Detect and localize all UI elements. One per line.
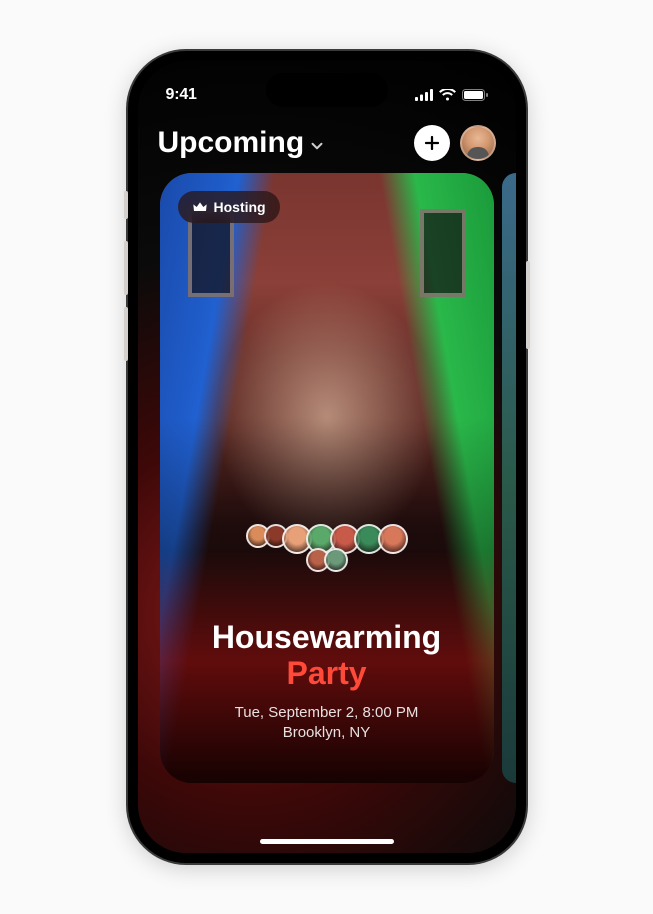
power-button (526, 261, 530, 349)
event-card[interactable]: Hosting Housewarming Party Tue, Septembe… (160, 173, 494, 783)
battery-icon (462, 89, 488, 101)
volume-up (124, 241, 128, 295)
filter-label: Upcoming (158, 126, 305, 160)
event-datetime: Tue, September 2, 8:00 PM (180, 704, 474, 721)
chevron-down-icon (308, 137, 326, 155)
filter-dropdown[interactable]: Upcoming (158, 126, 327, 160)
profile-avatar[interactable] (460, 125, 496, 161)
building-window (420, 209, 466, 297)
event-title: Housewarming Party (180, 620, 474, 692)
event-title-line-2: Party (180, 656, 474, 692)
event-info: Housewarming Party Tue, September 2, 8:0… (160, 620, 494, 741)
header-actions (414, 125, 496, 161)
phone-frame: 9:41 Upcoming (128, 51, 526, 863)
add-button[interactable] (414, 125, 450, 161)
screen: 9:41 Upcoming (138, 61, 516, 853)
next-event-peek[interactable] (502, 173, 516, 783)
event-location: Brooklyn, NY (180, 724, 474, 741)
event-title-line-1: Housewarming (180, 620, 474, 656)
attendee-avatar (378, 524, 408, 554)
status-indicators (415, 89, 488, 101)
mute-switch (124, 191, 128, 219)
attendee-cluster[interactable] (242, 527, 412, 569)
plus-icon (423, 134, 441, 152)
hosting-badge: Hosting (178, 191, 280, 223)
cellular-icon (415, 89, 433, 101)
hosting-label: Hosting (214, 199, 266, 215)
status-time: 9:41 (166, 86, 197, 104)
dynamic-island (266, 73, 388, 107)
volume-down (124, 307, 128, 361)
header: Upcoming (138, 119, 516, 167)
wifi-icon (439, 89, 456, 101)
crown-icon (192, 199, 208, 215)
home-indicator[interactable] (260, 839, 394, 844)
attendee-avatar (324, 548, 348, 572)
